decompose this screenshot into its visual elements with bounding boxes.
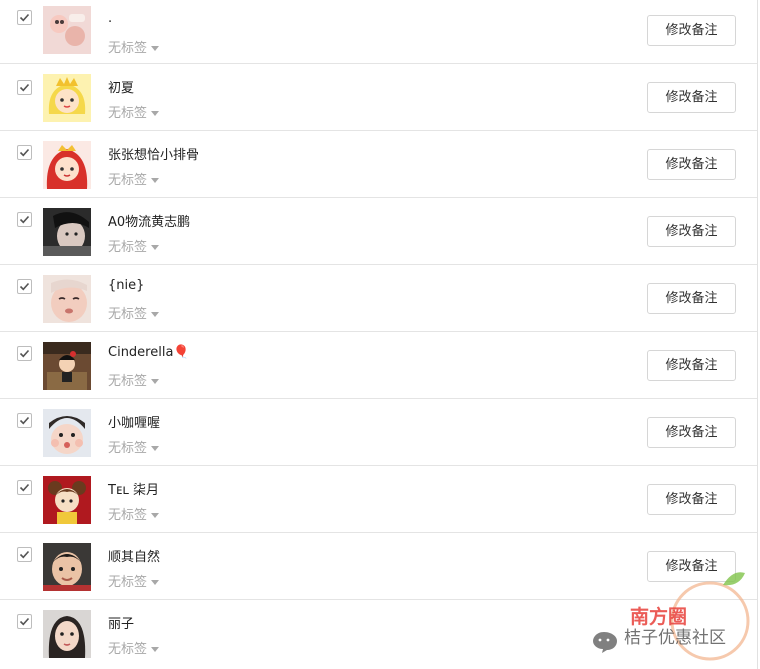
select-checkbox[interactable]	[17, 346, 32, 361]
check-icon	[19, 83, 30, 92]
check-icon	[19, 550, 30, 559]
tag-dropdown[interactable]: 无标签	[108, 638, 160, 657]
tag-label: 无标签	[108, 173, 148, 188]
contact-row: 初夏 无标签 修改备注	[0, 64, 757, 131]
contact-avatar	[43, 208, 91, 256]
tag-dropdown[interactable]: 无标签	[108, 370, 160, 389]
tag-label: 无标签	[108, 307, 148, 322]
caret-down-icon	[151, 446, 160, 451]
edit-remark-button[interactable]: 修改备注	[647, 283, 736, 314]
caret-down-icon	[151, 647, 160, 652]
contact-row: Cinderella🎈 无标签 修改备注	[0, 332, 757, 399]
edit-remark-button[interactable]: 修改备注	[647, 216, 736, 247]
select-checkbox[interactable]	[17, 547, 32, 562]
caret-down-icon	[151, 379, 160, 384]
contact-name: {nie}	[108, 278, 145, 293]
tag-label: 无标签	[108, 575, 148, 590]
select-checkbox[interactable]	[17, 145, 32, 160]
edit-remark-button[interactable]: 修改备注	[647, 484, 736, 515]
contact-name: 丽子	[108, 617, 135, 632]
edit-remark-button[interactable]: 修改备注	[647, 417, 736, 448]
contact-row: A0物流黄志鹏 无标签 修改备注	[0, 198, 757, 265]
edit-remark-button[interactable]: 修改备注	[647, 82, 736, 113]
select-checkbox[interactable]	[17, 279, 32, 294]
contact-name: 小咖喱喔	[108, 416, 161, 431]
contact-name: A0物流黄志鹏	[108, 215, 191, 230]
check-icon	[19, 215, 30, 224]
check-icon	[19, 617, 30, 626]
check-icon	[19, 349, 30, 358]
check-icon	[19, 13, 30, 22]
contact-name: 张张想恰小排骨	[108, 148, 200, 163]
tag-label: 无标签	[108, 642, 148, 657]
check-icon	[19, 148, 30, 157]
tag-label: 无标签	[108, 508, 148, 523]
edit-remark-button[interactable]: 修改备注	[647, 15, 736, 46]
tag-dropdown[interactable]: 无标签	[108, 504, 160, 523]
contact-row: Tᴇʟ 柒月 无标签 修改备注	[0, 466, 757, 533]
tag-label: 无标签	[108, 374, 148, 389]
caret-down-icon	[151, 312, 160, 317]
contact-name: 顺其自然	[108, 550, 161, 565]
watermark: 南方圈 桔子优惠社区	[583, 565, 760, 669]
check-icon	[19, 483, 30, 492]
select-checkbox[interactable]	[17, 614, 32, 629]
contact-avatar	[43, 543, 91, 591]
caret-down-icon	[151, 46, 160, 51]
tag-dropdown[interactable]: 无标签	[108, 303, 160, 322]
contact-avatar	[43, 141, 91, 189]
contact-row: {nie} 无标签 修改备注	[0, 265, 757, 332]
caret-down-icon	[151, 513, 160, 518]
tag-label: 无标签	[108, 41, 148, 56]
select-checkbox[interactable]	[17, 413, 32, 428]
select-checkbox[interactable]	[17, 10, 32, 25]
contact-row: 张张想恰小排骨 无标签 修改备注	[0, 131, 757, 198]
contact-avatar	[43, 6, 91, 54]
watermark-caption: 桔子优惠社区	[624, 628, 726, 648]
contact-name: Cinderella🎈	[108, 345, 190, 360]
contact-avatar	[43, 476, 91, 524]
caret-down-icon	[151, 111, 160, 116]
caret-down-icon	[151, 580, 160, 585]
select-checkbox[interactable]	[17, 80, 32, 95]
contact-avatar	[43, 610, 91, 658]
caret-down-icon	[151, 178, 160, 183]
check-icon	[19, 282, 30, 291]
contact-row: 小咖喱喔 无标签 修改备注	[0, 399, 757, 466]
contact-name: 初夏	[108, 81, 135, 96]
contact-name: .	[108, 11, 113, 26]
caret-down-icon	[151, 245, 160, 250]
tag-label: 无标签	[108, 106, 148, 121]
contact-row: . 无标签 修改备注	[0, 0, 757, 64]
tag-dropdown[interactable]: 无标签	[108, 102, 160, 121]
tag-dropdown[interactable]: 无标签	[108, 236, 160, 255]
contact-name: Tᴇʟ 柒月	[108, 483, 160, 498]
tag-dropdown[interactable]: 无标签	[108, 169, 160, 188]
contact-avatar	[43, 74, 91, 122]
tag-label: 无标签	[108, 240, 148, 255]
tag-dropdown[interactable]: 无标签	[108, 37, 160, 56]
tag-dropdown[interactable]: 无标签	[108, 571, 160, 590]
select-checkbox[interactable]	[17, 212, 32, 227]
select-checkbox[interactable]	[17, 480, 32, 495]
tag-label: 无标签	[108, 441, 148, 456]
contact-avatar	[43, 342, 91, 390]
contact-avatar	[43, 275, 91, 323]
contact-avatar	[43, 409, 91, 457]
check-icon	[19, 416, 30, 425]
tag-dropdown[interactable]: 无标签	[108, 437, 160, 456]
edit-remark-button[interactable]: 修改备注	[647, 350, 736, 381]
edit-remark-button[interactable]: 修改备注	[647, 149, 736, 180]
